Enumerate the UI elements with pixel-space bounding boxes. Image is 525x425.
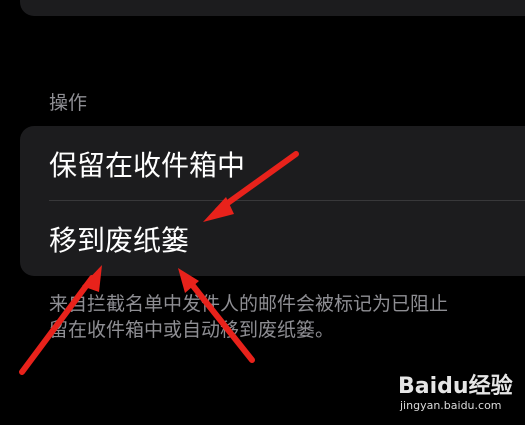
option-label: 保留在收件箱中 [49,148,246,182]
baidu-logo: Baidu经验 [398,374,513,399]
watermark-url: jingyan.baidu.com [400,399,502,412]
previous-settings-card [20,0,525,16]
footer-description: 来自拦截名单中发件人的邮件会被标记为已阻止 留在收件箱中或自动移到废纸篓。 [49,293,449,341]
option-move-to-trash[interactable]: 移到废纸篓 [20,201,525,276]
option-label: 移到废纸篓 [49,223,190,257]
baidu-watermark: Baidu经验 jingyan.baidu.com [398,368,518,418]
action-options-card: 保留在收件箱中 移到废纸篓 [20,126,525,276]
section-header-actions: 操作 [49,92,88,114]
option-keep-in-inbox[interactable]: 保留在收件箱中 [20,126,525,201]
